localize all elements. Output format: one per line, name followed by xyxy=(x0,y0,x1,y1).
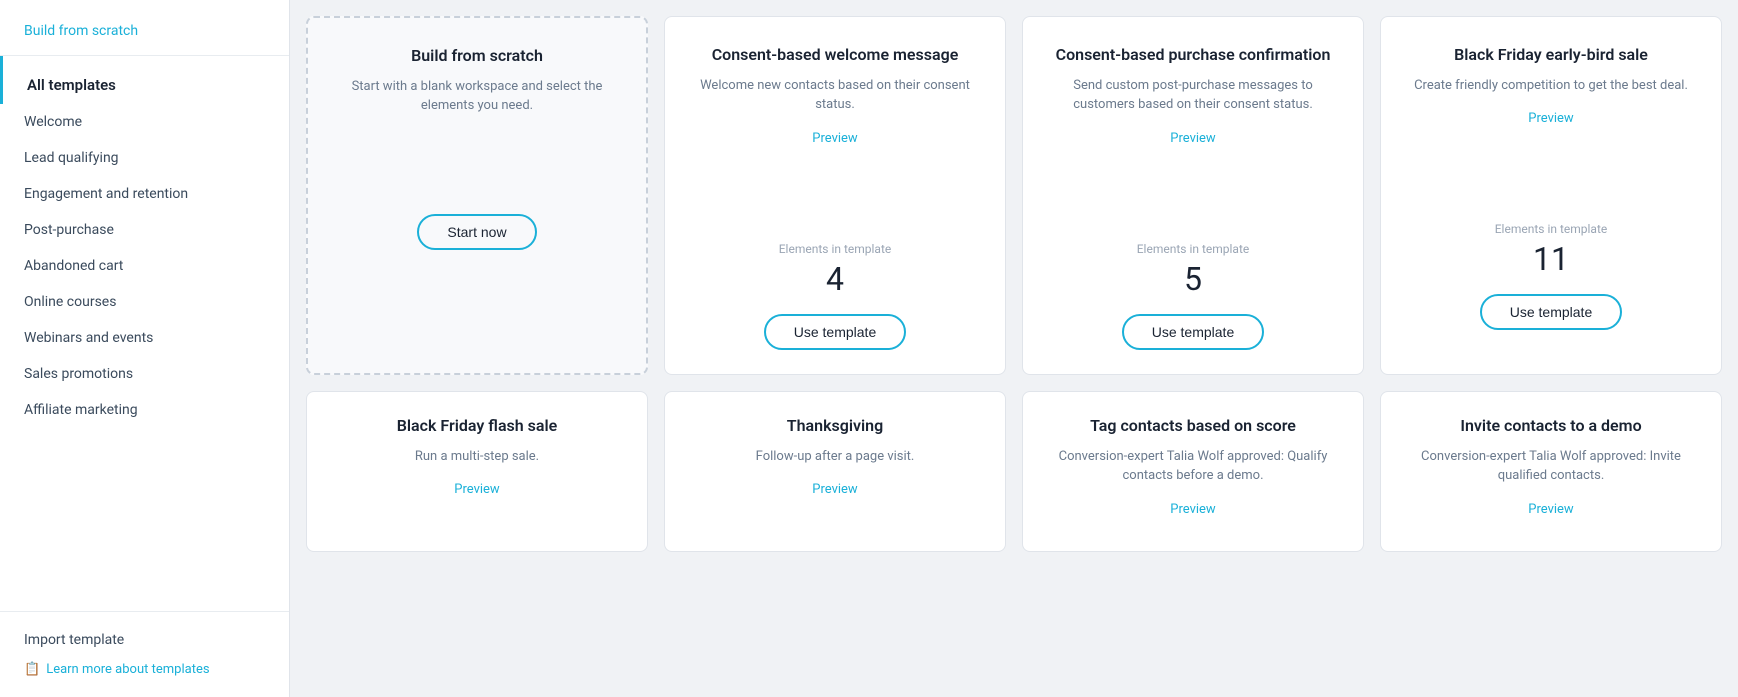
card-preview-consent-welcome[interactable]: Preview xyxy=(812,131,857,146)
card-elements-label-black-friday-earlybird: Elements in template xyxy=(1495,222,1608,236)
card-elements-count-black-friday-earlybird: 11 xyxy=(1533,240,1569,278)
sidebar-learn-more[interactable]: 📋 Learn more about templates xyxy=(24,662,265,677)
template-card-consent-purchase: Consent-based purchase confirmation Send… xyxy=(1022,16,1364,375)
sidebar-footer: Import template 📋 Learn more about templ… xyxy=(0,611,289,697)
template-card-invite-demo: Invite contacts to a demo Conversion-exp… xyxy=(1380,391,1722,552)
card-elements-label-consent-welcome: Elements in template xyxy=(779,242,892,256)
card-preview-black-friday-flash[interactable]: Preview xyxy=(454,482,499,497)
start-now-button[interactable]: Start now xyxy=(417,214,536,250)
card-title-black-friday-flash: Black Friday flash sale xyxy=(397,416,558,437)
sidebar-item-affiliate-marketing[interactable]: Affiliate marketing xyxy=(0,392,289,428)
card-desc-consent-purchase: Send custom post-purchase messages to cu… xyxy=(1043,76,1343,115)
template-card-black-friday-earlybird: Black Friday early-bird sale Create frie… xyxy=(1380,16,1722,375)
card-preview-consent-purchase[interactable]: Preview xyxy=(1170,131,1215,146)
sidebar-item-welcome[interactable]: Welcome xyxy=(0,104,289,140)
card-preview-invite-demo[interactable]: Preview xyxy=(1528,502,1573,517)
card-title-thanksgiving: Thanksgiving xyxy=(787,416,883,437)
sidebar-all-templates[interactable]: All templates xyxy=(0,56,289,104)
card-title-tag-contacts: Tag contacts based on score xyxy=(1090,416,1296,437)
templates-grid-top: Build from scratch Start with a blank wo… xyxy=(306,16,1722,375)
card-elements-label-consent-purchase: Elements in template xyxy=(1137,242,1250,256)
template-card-tag-contacts: Tag contacts based on score Conversion-e… xyxy=(1022,391,1364,552)
card-elements-count-consent-welcome: 4 xyxy=(826,260,844,298)
card-preview-tag-contacts[interactable]: Preview xyxy=(1170,502,1215,517)
card-title-consent-purchase: Consent-based purchase confirmation xyxy=(1056,45,1331,66)
card-desc-build-from-scratch: Start with a blank workspace and select … xyxy=(328,77,626,116)
sidebar-build-from-scratch-link[interactable]: Build from scratch xyxy=(24,23,138,39)
card-title-black-friday-earlybird: Black Friday early-bird sale xyxy=(1454,45,1648,66)
sidebar-item-webinars-and-events[interactable]: Webinars and events xyxy=(0,320,289,356)
sidebar-item-sales-promotions[interactable]: Sales promotions xyxy=(0,356,289,392)
sidebar-item-abandoned-cart[interactable]: Abandoned cart xyxy=(0,248,289,284)
use-template-button-consent-welcome[interactable]: Use template xyxy=(764,314,906,350)
template-card-thanksgiving: Thanksgiving Follow-up after a page visi… xyxy=(664,391,1006,552)
card-desc-tag-contacts: Conversion-expert Talia Wolf approved: Q… xyxy=(1043,447,1343,486)
sidebar-nav: WelcomeLead qualifyingEngagement and ret… xyxy=(0,104,289,428)
template-card-build-from-scratch: Build from scratch Start with a blank wo… xyxy=(306,16,648,375)
card-desc-thanksgiving: Follow-up after a page visit. xyxy=(756,447,915,467)
card-desc-black-friday-earlybird: Create friendly competition to get the b… xyxy=(1414,76,1688,96)
card-title-invite-demo: Invite contacts to a demo xyxy=(1460,416,1641,437)
card-desc-consent-welcome: Welcome new contacts based on their cons… xyxy=(685,76,985,115)
template-card-black-friday-flash: Black Friday flash sale Run a multi-step… xyxy=(306,391,648,552)
main-content: Build from scratch Start with a blank wo… xyxy=(290,0,1738,697)
card-title-build-from-scratch: Build from scratch xyxy=(411,46,543,67)
card-title-consent-welcome: Consent-based welcome message xyxy=(712,45,959,66)
card-preview-black-friday-earlybird[interactable]: Preview xyxy=(1528,111,1573,126)
sidebar-item-engagement-and-retention[interactable]: Engagement and retention xyxy=(0,176,289,212)
card-preview-thanksgiving[interactable]: Preview xyxy=(812,482,857,497)
sidebar: Build from scratch All templates Welcome… xyxy=(0,0,290,697)
sidebar-item-online-courses[interactable]: Online courses xyxy=(0,284,289,320)
sidebar-build-from-scratch-section: Build from scratch xyxy=(0,0,289,56)
use-template-button-consent-purchase[interactable]: Use template xyxy=(1122,314,1264,350)
card-desc-invite-demo: Conversion-expert Talia Wolf approved: I… xyxy=(1401,447,1701,486)
template-card-consent-welcome: Consent-based welcome message Welcome ne… xyxy=(664,16,1006,375)
sidebar-import-template[interactable]: Import template xyxy=(24,632,265,648)
sidebar-item-lead-qualifying[interactable]: Lead qualifying xyxy=(0,140,289,176)
sidebar-item-post-purchase[interactable]: Post-purchase xyxy=(0,212,289,248)
card-elements-count-consent-purchase: 5 xyxy=(1184,260,1202,298)
book-icon: 📋 xyxy=(24,662,40,677)
card-desc-black-friday-flash: Run a multi-step sale. xyxy=(415,447,539,467)
use-template-button-black-friday-earlybird[interactable]: Use template xyxy=(1480,294,1622,330)
templates-grid-bottom: Black Friday flash sale Run a multi-step… xyxy=(306,391,1722,552)
